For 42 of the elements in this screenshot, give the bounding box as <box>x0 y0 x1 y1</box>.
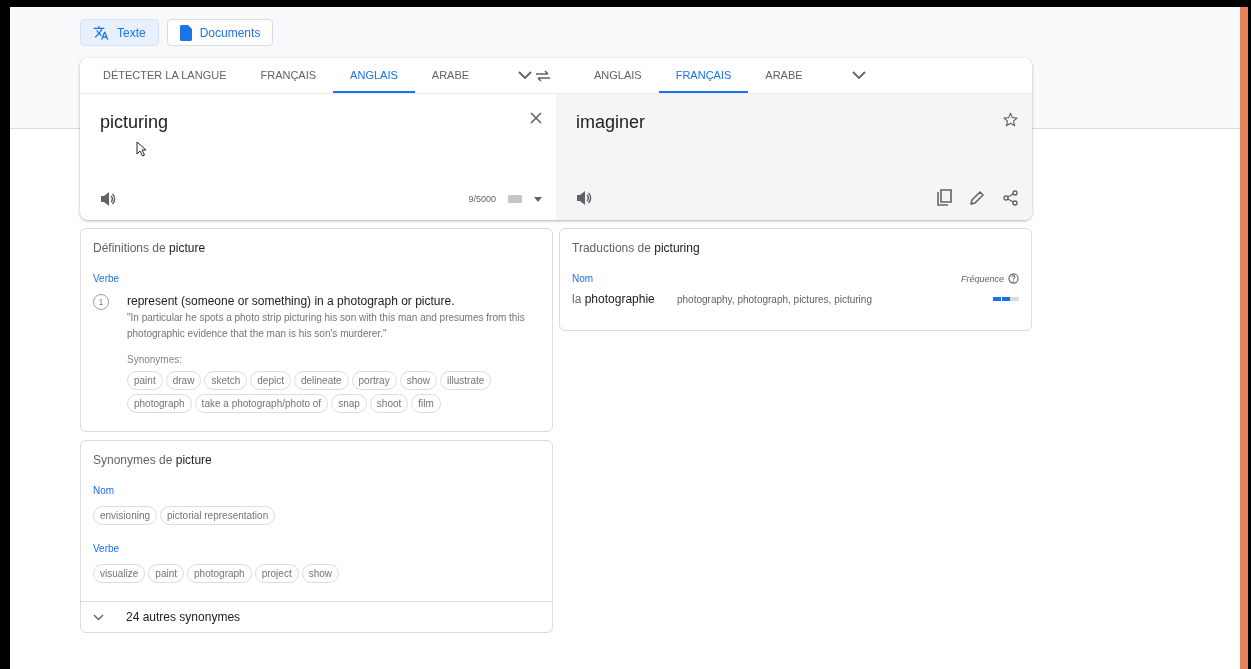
star-icon[interactable] <box>1003 112 1018 127</box>
part-of-speech: Verbe <box>93 543 121 554</box>
part-of-speech: Verbe <box>93 273 121 284</box>
source-text-field[interactable]: picturing <box>100 112 169 133</box>
help-icon[interactable] <box>1008 273 1019 284</box>
pencil-icon[interactable] <box>970 190 985 205</box>
chevron-down-icon <box>93 613 104 621</box>
translate-icon <box>93 24 109 41</box>
language-tab[interactable]: FRANÇAIS <box>243 58 334 93</box>
part-of-speech: Nom <box>93 485 116 496</box>
card-title: Définitions de picture <box>93 241 207 255</box>
speaker-icon[interactable] <box>576 190 592 205</box>
copy-icon[interactable] <box>937 189 952 206</box>
share-icon[interactable] <box>1003 189 1018 206</box>
more-synonyms-button[interactable]: 24 autres synonymes <box>81 601 552 632</box>
part-of-speech: Nom <box>572 273 594 284</box>
frequency-meter <box>993 297 1019 301</box>
language-tab[interactable]: ARABE <box>748 58 820 93</box>
close-icon[interactable] <box>530 112 542 124</box>
caret-icon[interactable] <box>534 196 542 202</box>
language-tab[interactable]: ARABE <box>414 58 487 93</box>
mouse-pointer-icon <box>136 141 147 157</box>
language-tab[interactable]: ANGLAIS <box>333 58 415 93</box>
example-text: "In particular he spots a photo strip picturing his son with this man and presumes from this photographic evidence that the man is his son's murderer." <box>127 311 526 341</box>
translation-word[interactable]: la photographie <box>572 292 677 306</box>
language-tab[interactable]: ANGLAIS <box>577 58 659 93</box>
character-counter: 9/5000 <box>468 194 496 204</box>
chevron-down-icon[interactable] <box>851 71 866 80</box>
mode-tab[interactable]: Documents <box>166 19 274 46</box>
synonyms-label: Synonymes: <box>127 354 184 365</box>
translation-text: imaginer <box>576 112 646 133</box>
document-icon <box>179 24 192 41</box>
language-tab[interactable]: DÉTECTER LA LANGUE <box>86 58 244 93</box>
frequency-label: Fréquence <box>960 273 1004 284</box>
mode-tab[interactable]: Texte <box>80 19 159 46</box>
card-title: Synonymes de picture <box>93 453 213 467</box>
chevron-down-icon[interactable] <box>518 71 533 80</box>
definition-text: represent (someone or something) in a photograph or picture. <box>127 294 456 308</box>
speaker-icon[interactable] <box>100 192 116 206</box>
card-title: Traductions de picturing <box>572 241 701 255</box>
back-translations: photography, photograph, pictures, picturing <box>677 293 873 305</box>
swap-icon[interactable] <box>535 69 551 82</box>
